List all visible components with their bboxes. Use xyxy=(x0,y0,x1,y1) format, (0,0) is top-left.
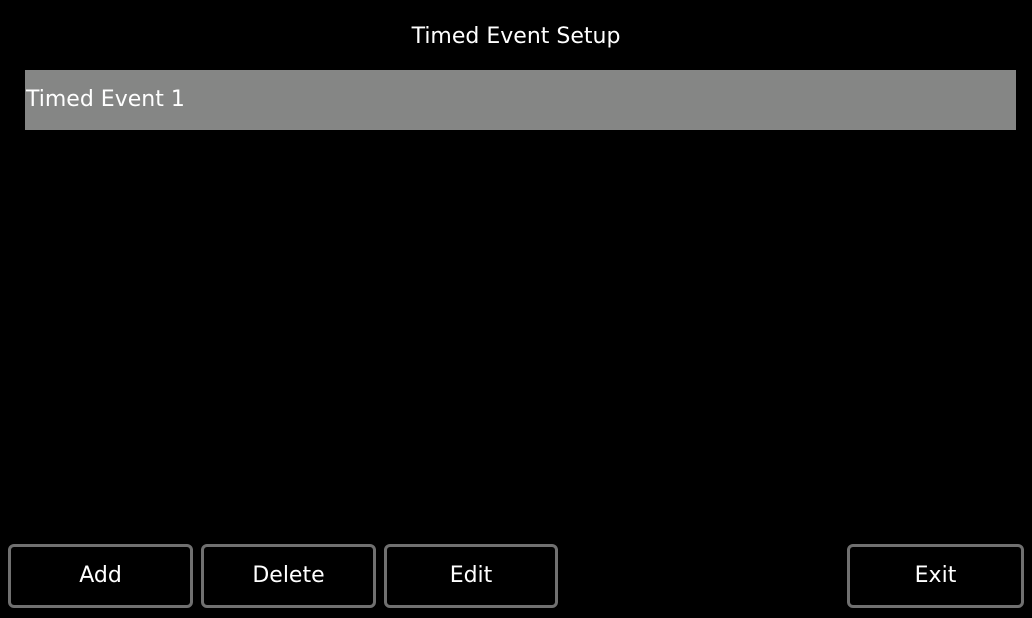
timed-event-list[interactable]: Timed Event 1 xyxy=(25,70,1016,530)
page-title: Timed Event Setup xyxy=(411,24,621,49)
edit-button[interactable]: Edit xyxy=(384,544,558,608)
add-button[interactable]: Add xyxy=(8,544,193,608)
exit-button[interactable]: Exit xyxy=(847,544,1024,608)
list-item-timed-event-1[interactable]: Timed Event 1 xyxy=(25,70,1016,130)
delete-button[interactable]: Delete xyxy=(201,544,376,608)
timed-event-setup-screen: Timed Event Setup Timed Event 1 Add Dele… xyxy=(0,0,1032,618)
list-item-label: Timed Event 1 xyxy=(26,87,185,112)
